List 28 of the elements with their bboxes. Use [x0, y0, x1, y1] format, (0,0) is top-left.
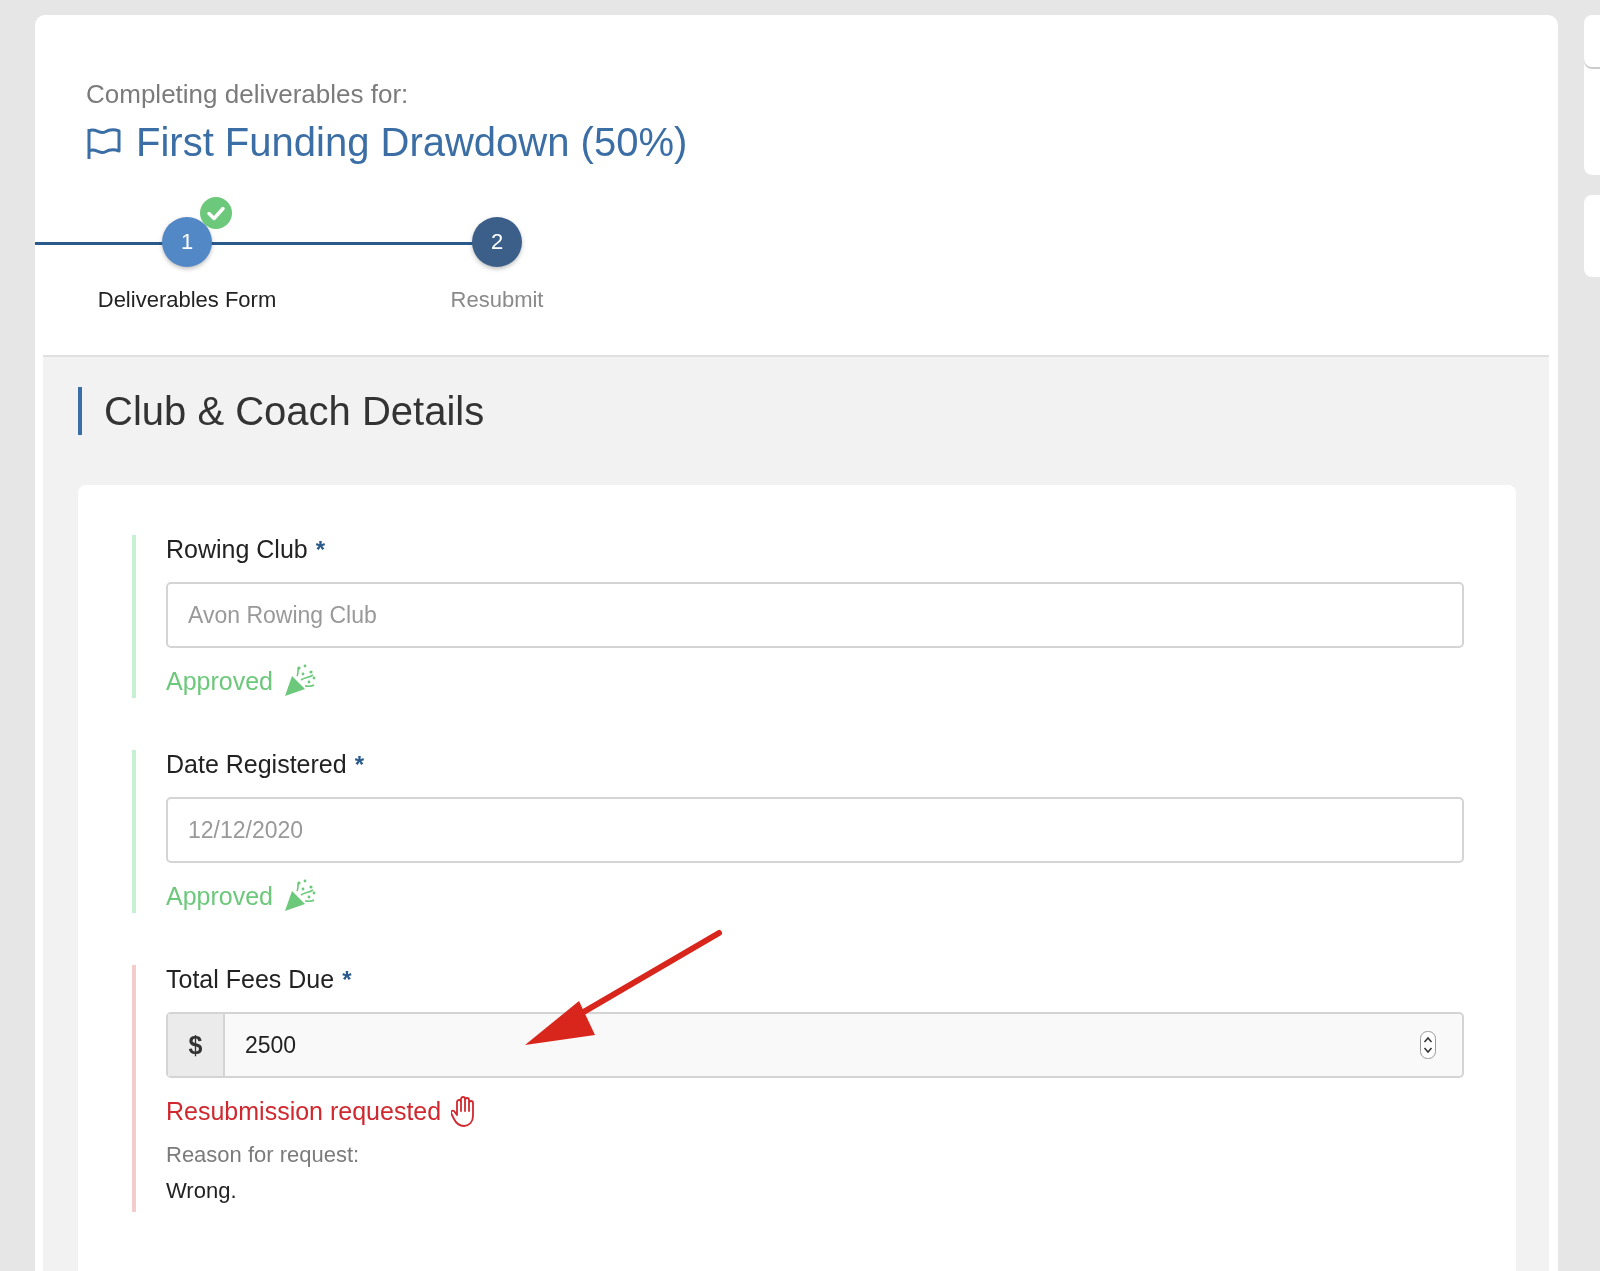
input-field[interactable]: $ 2500 — [166, 1012, 1464, 1078]
step-label[interactable]: Deliverables Form — [97, 287, 277, 313]
status-text: Approved — [166, 881, 274, 911]
currency-prefix: $ — [168, 1014, 225, 1076]
step-number[interactable]: 1 — [162, 217, 212, 267]
page-title: First Funding Drawdown (50%) — [136, 120, 688, 165]
required-mark: * — [342, 966, 352, 994]
step-number[interactable]: 2 — [472, 217, 522, 267]
flag-icon — [86, 125, 122, 160]
reason-label: Reason for request: — [166, 1142, 361, 1168]
status-text: Resubmission requested — [166, 1096, 442, 1126]
required-mark: * — [354, 751, 364, 779]
party-popper-icon — [283, 879, 318, 913]
field-label: Date Registered — [166, 750, 347, 779]
required-mark: * — [315, 536, 326, 564]
spinner-icon[interactable] — [1420, 1031, 1436, 1059]
field-value: Avon Rowing Club — [188, 601, 378, 629]
status-text: Approved — [166, 666, 274, 696]
section-title: Club & Coach Details — [78, 387, 1516, 435]
check-icon — [200, 197, 232, 229]
field-label: Rowing Club — [166, 535, 308, 564]
field-value: 2500 — [245, 1031, 298, 1059]
page-subtitle: Completing deliverables for: — [86, 79, 410, 110]
reason-text: Wrong. — [166, 1178, 238, 1205]
field-label: Total Fees Due — [166, 965, 335, 994]
step-label[interactable]: Resubmit — [450, 287, 544, 313]
party-popper-icon — [283, 664, 318, 698]
field-value: 12/12/2020 — [188, 816, 305, 844]
